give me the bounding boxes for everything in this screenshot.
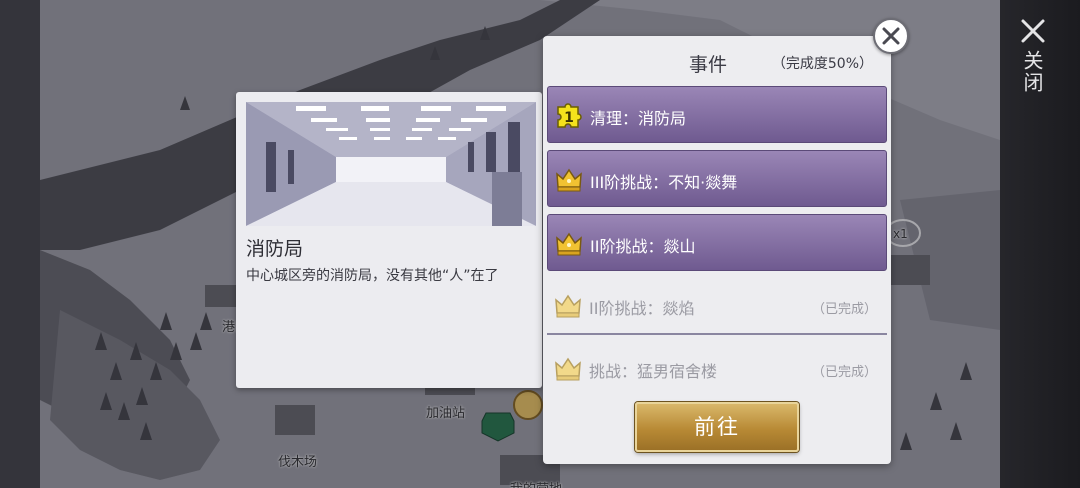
crown-icon (556, 232, 582, 256)
event-row-3[interactable]: II阶挑战：燚山 (547, 214, 887, 271)
event-status: （已完成） (811, 302, 877, 317)
panel-close-button[interactable] (873, 18, 909, 54)
location-description: 中心城区旁的消防局，没有其他“人”在了 (246, 268, 499, 284)
event-row-2[interactable]: III阶挑战：不知·燚舞 (547, 150, 887, 207)
events-progress: （完成度50%） (771, 56, 873, 72)
event-row-1[interactable]: 1 清理：消防局 (547, 86, 887, 143)
event-label: 挑战：猛男宿舍楼 (589, 362, 718, 381)
location-title: 消防局 (246, 238, 304, 260)
completed-divider (547, 333, 887, 335)
crown-icon (555, 357, 581, 381)
events-panel: 事件 （完成度50%） 1 清理：消防局 III阶挑战：不知·燚舞 II阶挑战：… (543, 36, 891, 464)
close-icon[interactable] (1019, 17, 1047, 45)
event-row-4[interactable]: II阶挑战：燚焰 （已完成） (547, 277, 887, 334)
puzzle-number-icon: 1 (557, 103, 582, 128)
svg-text:1: 1 (564, 110, 574, 126)
location-image (246, 102, 536, 226)
crown-icon (555, 294, 581, 318)
event-label: III阶挑战：不知·燚舞 (590, 173, 738, 192)
event-label: II阶挑战：燚山 (590, 237, 696, 256)
event-status: （已完成） (811, 365, 877, 380)
close-label[interactable]: 关闭 (1020, 50, 1044, 94)
event-label: II阶挑战：燚焰 (589, 299, 695, 318)
event-row-5[interactable]: 挑战：猛男宿舍楼 （已完成） (547, 340, 887, 397)
crown-icon (556, 168, 582, 192)
close-icon (882, 27, 900, 45)
location-card: 消防局 中心城区旁的消防局，没有其他“人”在了 (236, 92, 542, 388)
go-button[interactable]: 前往 (635, 402, 799, 452)
event-label: 清理：消防局 (590, 109, 687, 128)
